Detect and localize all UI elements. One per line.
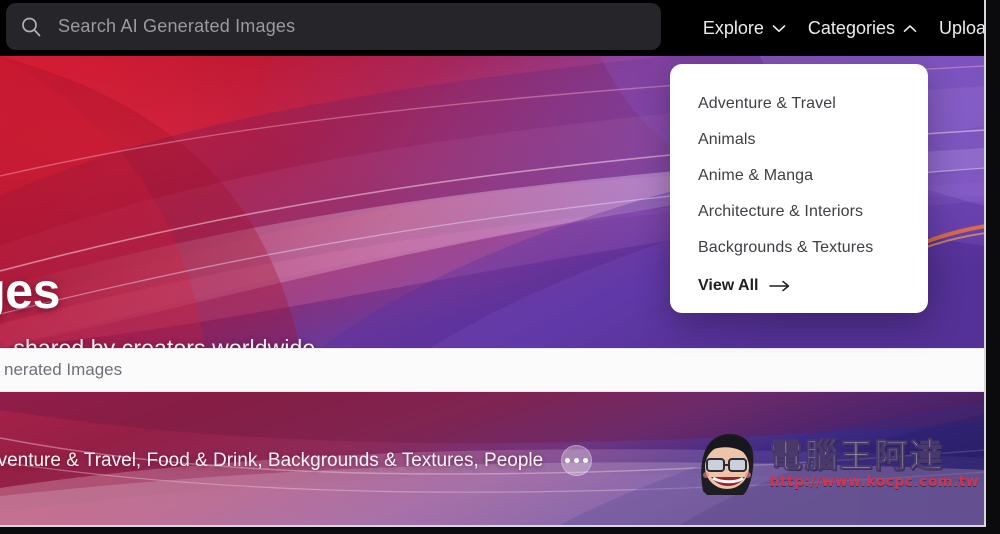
tags-label: dventure & Travel, Food & Drink, Backgro… [0,449,544,471]
top-header: Search AI Generated Images Explore Categ… [0,0,986,56]
dot-icon [574,458,580,463]
search-input[interactable]: Search AI Generated Images [6,3,661,50]
dropdown-item-anime-manga[interactable]: Anime & Manga [670,158,928,194]
search-placeholder: Search AI Generated Images [58,16,296,36]
dropdown-item-architecture-interiors[interactable]: Architecture & Interiors [670,194,928,230]
secondary-search-placeholder: nerated Images [4,360,123,379]
view-all-label: View All [698,277,759,294]
more-options-button[interactable] [561,445,593,476]
dot-icon [565,458,571,463]
categories-dropdown: Adventure & Travel Animals Anime & Manga… [670,64,928,313]
screenshot-root: mages ated images, shared by creators wo… [0,0,1000,534]
dropdown-item-adventure-travel[interactable]: Adventure & Travel [670,86,928,122]
nav-item-label: Categories [807,17,895,38]
nav-item-explore[interactable]: Explore [703,18,786,39]
chevron-up-icon [903,24,917,32]
tags-row: dventure & Travel, Food & Drink, Backgro… [0,445,593,476]
mascot-face-icon [701,433,754,495]
dropdown-item-backgrounds-textures[interactable]: Backgrounds & Textures [670,230,928,266]
search-icon [20,16,42,38]
nav-item-upload[interactable]: Uploa [938,17,986,39]
dot-icon [583,458,589,463]
hero-subtitle: ated images, shared by creators worldwid… [0,335,316,348]
nav-item-categories[interactable]: Categories [808,18,917,39]
chevron-down-icon [772,24,786,32]
watermark-url: http://www.kocpc.com.tw [769,473,979,490]
hero-title: mages [0,263,60,319]
secondary-search-bar[interactable]: nerated Images [0,348,984,392]
watermark: 電腦王阿達 http://www.kocpc.com.tw [693,431,979,497]
nav-item-label: Explore [702,17,764,38]
dropdown-view-all-link[interactable]: View All [670,266,928,299]
main-nav: Explore Categories Uploa [703,0,986,56]
watermark-text: 電腦王阿達 http://www.kocpc.com.tw [769,435,979,490]
arrow-right-icon [769,280,790,292]
nav-item-label: Uploa [938,17,986,38]
watermark-brand: 電腦王阿達 [769,435,945,475]
dropdown-item-animals[interactable]: Animals [670,122,928,158]
browser-page: mages ated images, shared by creators wo… [0,0,986,527]
